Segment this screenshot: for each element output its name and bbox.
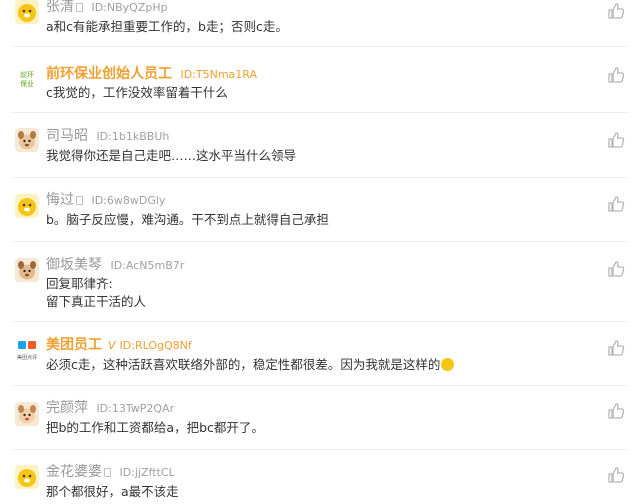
gender-icon bbox=[104, 468, 111, 477]
svg-text:保业: 保业 bbox=[20, 79, 34, 88]
nickname[interactable]: 完颜萍 bbox=[46, 400, 88, 416]
emoji-icon bbox=[441, 358, 455, 371]
comment-text: c我觉的，工作没效率留着干什么 bbox=[46, 85, 228, 100]
comment-item: 张清 ID:NByQZpHp a和c有能承担重要工作的，b走；否则c走。 bbox=[0, 0, 640, 47]
like-icon[interactable] bbox=[606, 338, 626, 358]
user-id: ID:T5Nma1RA bbox=[180, 68, 257, 81]
comment-feed: 张清 ID:NByQZpHp a和c有能承担重要工作的，b走；否则c走。 前环 … bbox=[0, 0, 640, 504]
avatar[interactable] bbox=[15, 128, 39, 152]
svg-text:美团点评: 美团点评 bbox=[17, 354, 37, 361]
comment-item: 悔过 ID:6w8wDGly b。脑子反应慢，难沟通。干不到点上就得自己承担 bbox=[0, 178, 640, 242]
comment-text: 我觉得你还是自己走吧……这水平当什么领导 bbox=[46, 148, 297, 163]
comment-item: 御坂美琴 ID:AcN5mB7r 回复耶律齐: 留下真正干活的人 bbox=[0, 242, 640, 322]
comment-item: 前环 保业 前环保业创始人员工 ID:T5Nma1RA c我觉的，工作没效率留着… bbox=[0, 47, 640, 113]
comment-text: a和c有能承担重要工作的，b走；否则c走。 bbox=[46, 19, 288, 34]
avatar[interactable] bbox=[15, 465, 39, 489]
like-icon[interactable] bbox=[606, 65, 626, 85]
nickname[interactable]: 御坂美琴 bbox=[46, 257, 102, 273]
avatar[interactable] bbox=[15, 258, 39, 282]
comment-text: b。脑子反应慢，难沟通。干不到点上就得自己承担 bbox=[46, 212, 329, 227]
user-id: ID:AcN5mB7r bbox=[110, 259, 185, 272]
comment-item: 金花婆婆 ID:jjZfttCL 那个都很好，a最不该走 bbox=[0, 450, 640, 504]
comment-item: 完颜萍 ID:13TwP2QAr 把b的工作和工资都给a，把bc都开了。 bbox=[0, 386, 640, 450]
avatar[interactable] bbox=[15, 402, 39, 426]
comment-item: 美团点评 美团员工 V ID:RLOgQ8Nf 必须c走，这种活跃喜欢联络外部的，稳… bbox=[0, 322, 640, 386]
like-icon[interactable] bbox=[606, 130, 626, 150]
verified-badge: V bbox=[108, 339, 116, 352]
reply-text: 留下真正干活的人 bbox=[46, 294, 147, 309]
user-id: ID:NByQZpHp bbox=[91, 1, 168, 14]
like-icon[interactable] bbox=[606, 465, 626, 485]
user-id: ID:jjZfttCL bbox=[119, 466, 175, 479]
comment-text: 回复耶律齐: 留下真正干活的人 bbox=[46, 275, 580, 311]
nickname[interactable]: 金花婆婆 bbox=[46, 464, 102, 480]
comment-item: 司马昭 ID:1b1kBBUh 我觉得你还是自己走吧……这水平当什么领导 bbox=[0, 113, 640, 178]
like-icon[interactable] bbox=[606, 401, 626, 421]
reply-to[interactable]: 回复耶律齐: bbox=[46, 275, 580, 293]
user-id: ID:6w8wDGly bbox=[91, 194, 166, 207]
user-id: ID:1b1kBBUh bbox=[96, 130, 170, 143]
like-icon[interactable] bbox=[606, 1, 626, 21]
like-icon[interactable] bbox=[606, 259, 626, 279]
comment-text-body: 必须c走，这种活跃喜欢联络外部的，稳定性都很差。因为我就是这样的 bbox=[46, 357, 441, 372]
nickname[interactable]: 悔过 bbox=[46, 192, 74, 208]
svg-text:前环: 前环 bbox=[20, 70, 34, 79]
avatar[interactable]: 前环 保业 bbox=[15, 66, 39, 90]
comment-text: 必须c走，这种活跃喜欢联络外部的，稳定性都很差。因为我就是这样的 bbox=[46, 356, 580, 374]
avatar[interactable]: 美团点评 bbox=[15, 339, 39, 363]
nickname[interactable]: 司马昭 bbox=[46, 128, 88, 144]
avatar[interactable] bbox=[15, 194, 39, 218]
comment-text: 那个都很好，a最不该走 bbox=[46, 484, 179, 499]
avatar[interactable] bbox=[15, 0, 39, 24]
nickname[interactable]: 张清 bbox=[46, 0, 74, 15]
gender-icon bbox=[76, 3, 83, 12]
nickname[interactable]: 美团员工 bbox=[46, 337, 102, 353]
gender-icon bbox=[76, 196, 83, 205]
comment-text: 把b的工作和工资都给a，把bc都开了。 bbox=[46, 420, 264, 435]
nickname[interactable]: 前环保业创始人员工 bbox=[46, 66, 172, 82]
user-id: ID:13TwP2QAr bbox=[96, 402, 175, 415]
user-id: ID:RLOgQ8Nf bbox=[119, 339, 192, 352]
like-icon[interactable] bbox=[606, 194, 626, 214]
